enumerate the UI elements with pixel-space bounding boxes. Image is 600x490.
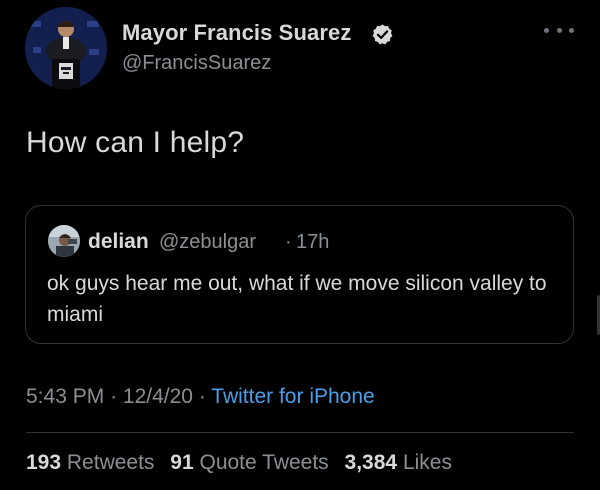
retweets-count: 193	[26, 451, 62, 474]
tweet: Mayor Francis Suarez @FrancisSuarez How …	[0, 0, 600, 490]
menu-dot	[569, 27, 574, 33]
separator-dot: ·	[110, 385, 118, 408]
quote-tweets-stat[interactable]: 91 Quote Tweets	[170, 451, 328, 474]
divider	[26, 432, 574, 433]
separator-dot: ·	[285, 231, 292, 253]
retweets-stat[interactable]: 193 Retweets	[26, 451, 154, 474]
author-name[interactable]: Mayor Francis Suarez	[122, 20, 351, 46]
likes-stat[interactable]: 3,384 Likes	[345, 451, 452, 474]
tweet-source-link[interactable]: Twitter for iPhone	[211, 385, 374, 408]
quoted-timestamp[interactable]: 17h	[296, 231, 329, 254]
separator-dot: ·	[198, 385, 206, 408]
tweet-text: How can I help?	[26, 126, 245, 159]
likes-label: Likes	[402, 451, 452, 474]
author-handle[interactable]: @FrancisSuarez	[122, 52, 271, 75]
more-options-icon[interactable]	[544, 22, 574, 38]
quoted-author-handle[interactable]: @zebulgar	[159, 231, 256, 254]
tweet-time[interactable]: 5:43 PM	[26, 385, 104, 408]
author-avatar[interactable]	[25, 7, 107, 89]
tweet-stats: 193 Retweets 91 Quote Tweets 3,384 Likes	[26, 451, 452, 475]
menu-dot	[544, 27, 549, 33]
tweet-date[interactable]: 12/4/20	[123, 385, 193, 408]
quoted-tweet-text: ok guys hear me out, what if we move sil…	[47, 272, 547, 326]
avatar-photo-icon	[48, 225, 80, 257]
quoted-author-name[interactable]: delian	[88, 230, 149, 254]
quoted-tweet-card[interactable]: delian @zebulgar · 17h ok guys hear me o…	[25, 205, 574, 344]
quotes-label: Quote Tweets	[199, 451, 329, 474]
avatar-photo-icon	[25, 7, 107, 89]
verified-badge-icon	[372, 24, 393, 45]
retweets-label: Retweets	[66, 451, 155, 474]
tweet-meta: 5:43 PM · 12/4/20 · Twitter for iPhone	[26, 385, 375, 409]
menu-dot	[556, 27, 562, 33]
quoted-author-avatar[interactable]	[48, 225, 80, 257]
quotes-count: 91	[170, 451, 194, 474]
likes-count: 3,384	[344, 451, 398, 474]
